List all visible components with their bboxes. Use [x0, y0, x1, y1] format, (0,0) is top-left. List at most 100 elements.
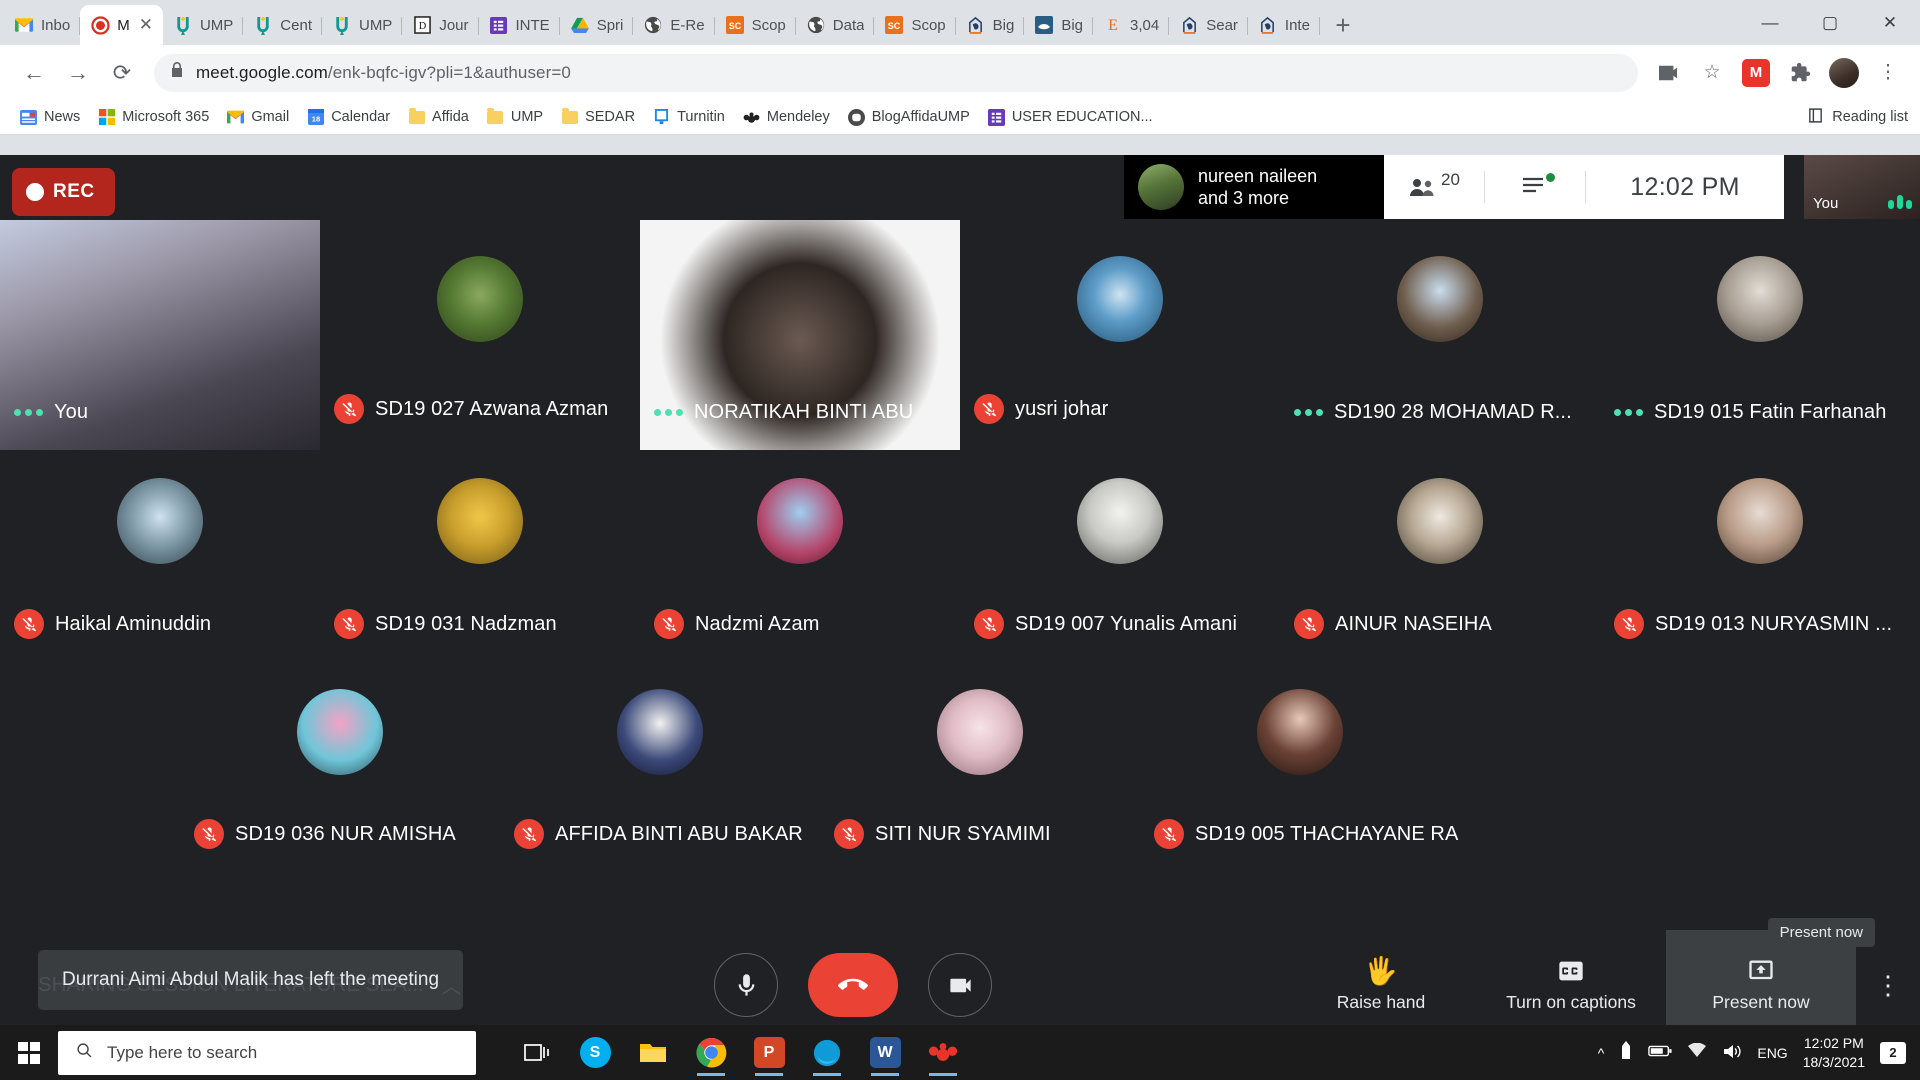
mic-off-icon: [521, 826, 536, 841]
bookmark-6[interactable]: SEDAR: [553, 105, 643, 130]
raise-hand-button[interactable]: 🖐 Raise hand: [1286, 930, 1476, 1040]
turn-off-camera-button[interactable]: [928, 953, 992, 1017]
participant-tile[interactable]: SD19 015 Fatin Farhanah: [1600, 220, 1920, 450]
close-window-button[interactable]: ✕: [1860, 0, 1920, 45]
profile-avatar[interactable]: [1826, 55, 1862, 91]
participant-tile[interactable]: AINUR NASEIHA: [1280, 450, 1600, 665]
new-tab-button[interactable]: +: [1326, 8, 1360, 42]
cast-icon[interactable]: [1650, 55, 1686, 91]
browser-tab-14[interactable]: E 3,04: [1093, 5, 1170, 45]
tray-chevron-icon[interactable]: ^: [1598, 1045, 1605, 1061]
chat-button[interactable]: [1485, 155, 1585, 219]
minimize-button[interactable]: —: [1740, 0, 1800, 45]
lock-icon: [170, 61, 184, 84]
browser-tab-16[interactable]: Inte: [1248, 5, 1320, 45]
browser-tab-1[interactable]: M ✕: [80, 5, 163, 45]
volume-icon[interactable]: [1722, 1043, 1742, 1063]
scopus-icon: SC: [884, 15, 904, 35]
participant-tile[interactable]: yusri johar: [960, 220, 1280, 450]
pen-icon[interactable]: [1619, 1041, 1633, 1064]
bookmark-8[interactable]: Mendeley: [735, 105, 838, 130]
maximize-button[interactable]: ▢: [1800, 0, 1860, 45]
bigchalk-icon: [966, 15, 986, 35]
reload-icon[interactable]: ⟳: [102, 53, 142, 93]
participant-tile[interactable]: SD19 007 Yunalis Amani: [960, 450, 1280, 665]
taskbar-search-input[interactable]: Type here to search: [58, 1030, 476, 1075]
captions-button[interactable]: Turn on captions: [1476, 930, 1666, 1040]
puzzle-icon[interactable]: [1782, 55, 1818, 91]
word-icon[interactable]: W: [862, 1030, 908, 1076]
powerpoint-icon[interactable]: P: [746, 1030, 792, 1076]
browser-tab-8[interactable]: E-Re: [633, 5, 715, 45]
forward-icon[interactable]: →: [58, 53, 98, 93]
bookmark-3[interactable]: 18 Calendar: [299, 105, 398, 130]
participant-tile[interactable]: SD19 036 NUR AMISHA: [180, 665, 500, 875]
bookmark-7[interactable]: Turnitin: [645, 105, 733, 130]
bookmark-5[interactable]: UMP: [479, 105, 551, 130]
participant-tile[interactable]: NORATIKAH BINTI ABU: [640, 220, 960, 450]
browser-tab-4[interactable]: UMP: [322, 5, 403, 45]
present-now-button[interactable]: Present now Present now: [1666, 918, 1875, 1040]
participant-tile[interactable]: SD19 027 Azwana Azman: [320, 220, 640, 450]
bookmark-9[interactable]: BlogAffidaUMP: [840, 105, 978, 130]
browser-tab-6[interactable]: INTE: [479, 5, 560, 45]
participants-button[interactable]: 20: [1384, 155, 1484, 219]
bookmark-1[interactable]: Microsoft 365: [90, 105, 217, 130]
participant-tile[interactable]: SD19 031 Nadzman: [320, 450, 640, 665]
task-view-icon[interactable]: [514, 1030, 560, 1076]
bookmark-star-icon[interactable]: ☆: [1694, 55, 1730, 91]
skype-icon[interactable]: S: [572, 1030, 618, 1076]
browser-tab-7[interactable]: Spri: [560, 5, 634, 45]
tab-close-icon[interactable]: ✕: [139, 15, 153, 35]
system-tray: ^ ENG 12:02 PM 18/3/2021 2: [1598, 1034, 1920, 1072]
omnibox-actions: ☆ M ⋮: [1650, 55, 1906, 91]
reading-list-button[interactable]: Reading list: [1807, 107, 1908, 128]
mendeley-extension-icon[interactable]: M: [1738, 55, 1774, 91]
mute-microphone-button[interactable]: [714, 953, 778, 1017]
browser-tab-10[interactable]: Data: [796, 5, 875, 45]
bookmark-2[interactable]: Gmail: [219, 105, 297, 130]
screen: Inbo M ✕ UMP Cent UMP D Jour INTE Spri E-Re SC Scop D…: [0, 0, 1920, 1080]
browser-tab-9[interactable]: SC Scop: [715, 5, 796, 45]
participant-tile[interactable]: SITI NUR SYAMIMI: [820, 665, 1140, 875]
speaking-indicator: [14, 409, 43, 416]
back-icon[interactable]: ←: [14, 53, 54, 93]
start-button[interactable]: [0, 1025, 58, 1080]
mendeley-icon[interactable]: [920, 1030, 966, 1076]
self-view-pip[interactable]: You: [1804, 155, 1920, 219]
browser-tab-3[interactable]: Cent: [243, 5, 322, 45]
participant-tile[interactable]: SD19 005 THACHAYANE RADHAKRI...: [1140, 665, 1460, 875]
browser-tab-0[interactable]: Inbo: [4, 5, 81, 45]
address-bar[interactable]: meet.google.com/enk-bqfc-igv?pli=1&authu…: [154, 53, 1638, 92]
taskbar-clock[interactable]: 12:02 PM 18/3/2021: [1803, 1034, 1865, 1072]
browser-tab-12[interactable]: Big: [956, 5, 1025, 45]
wifi-icon[interactable]: [1687, 1042, 1707, 1062]
edge-icon[interactable]: [804, 1030, 850, 1076]
bookmark-4[interactable]: Affida: [400, 105, 477, 130]
browser-tab-5[interactable]: D Jour: [402, 5, 479, 45]
bookmark-0[interactable]: News: [12, 105, 88, 130]
participant-tile[interactable]: SD19 013 NURYASMIN ...: [1600, 450, 1920, 665]
browser-tab-11[interactable]: SC Scop: [874, 5, 956, 45]
recording-indicator[interactable]: REC: [12, 168, 115, 216]
browser-tab-13[interactable]: Big: [1024, 5, 1094, 45]
blogger-icon: [847, 108, 865, 126]
participant-tile[interactable]: You: [0, 220, 320, 450]
browser-tab-15[interactable]: Sear: [1169, 5, 1248, 45]
participant-label: NORATIKAH BINTI ABU: [654, 401, 913, 424]
end-call-button[interactable]: [808, 953, 898, 1017]
bookmark-10[interactable]: USER EDUCATION...: [980, 105, 1161, 130]
file-explorer-icon[interactable]: [630, 1030, 676, 1076]
chrome-menu-icon[interactable]: ⋮: [1870, 55, 1906, 91]
language-indicator[interactable]: ENG: [1757, 1045, 1787, 1061]
participant-tile[interactable]: SD190 28 MOHAMAD R...: [1280, 220, 1600, 450]
participant-tile[interactable]: Nadzmi Azam: [640, 450, 960, 665]
participant-tile[interactable]: AFFIDA BINTI ABU BAKAR: [500, 665, 820, 875]
folder-icon: [487, 107, 504, 126]
chrome-icon[interactable]: [688, 1030, 734, 1076]
browser-tab-2[interactable]: UMP: [163, 5, 244, 45]
bigchalk-icon: [1179, 15, 1199, 35]
notification-badge[interactable]: 2: [1880, 1041, 1906, 1064]
participant-tile[interactable]: Haikal Aminuddin: [0, 450, 320, 665]
battery-icon[interactable]: [1648, 1044, 1672, 1061]
